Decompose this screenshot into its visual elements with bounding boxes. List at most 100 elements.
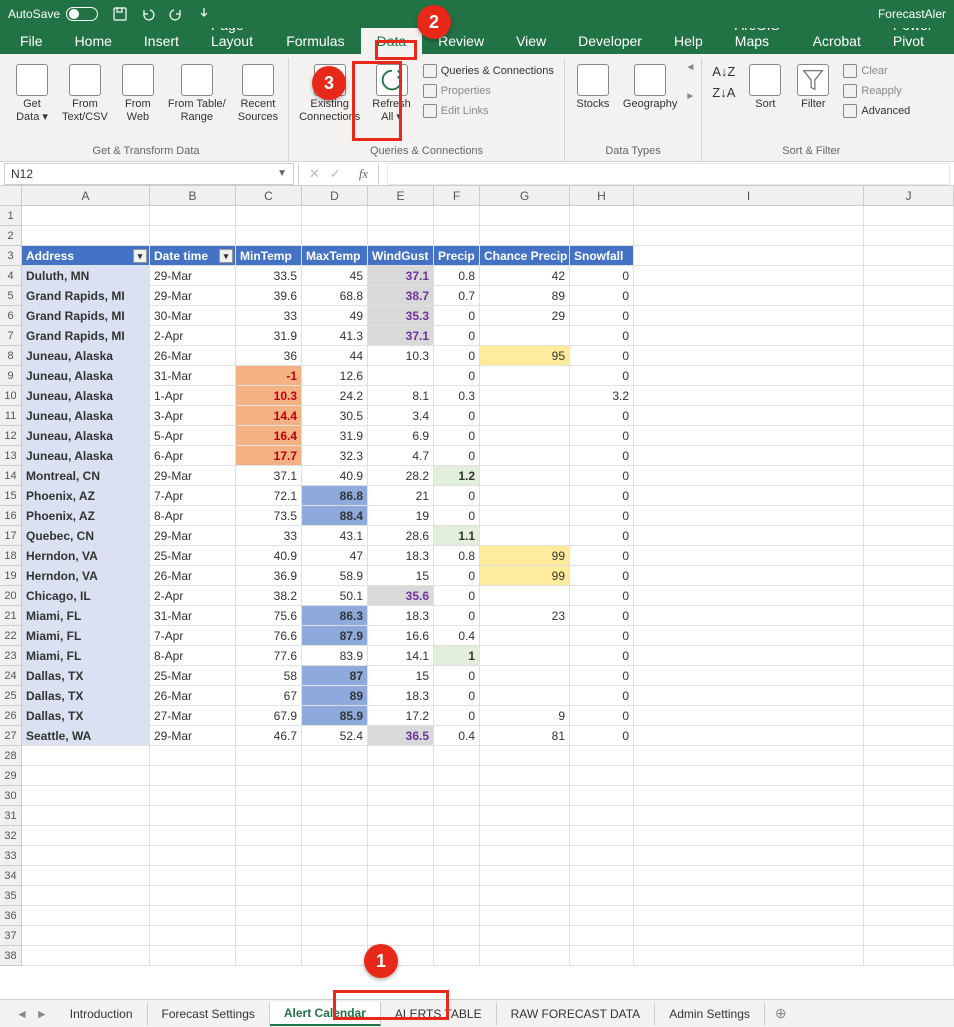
col-header-J[interactable]: J xyxy=(864,186,954,205)
chevron-down-icon[interactable]: ▼ xyxy=(277,168,287,179)
cell[interactable] xyxy=(22,806,150,826)
cell[interactable] xyxy=(634,566,864,586)
cell[interactable]: Chicago, IL xyxy=(22,586,150,606)
cell[interactable]: 30-Mar xyxy=(150,306,236,326)
cell[interactable] xyxy=(480,686,570,706)
cell[interactable] xyxy=(434,926,480,946)
cell[interactable]: WindGust xyxy=(368,246,434,266)
cell[interactable]: 73.5 xyxy=(236,506,302,526)
row-header[interactable]: 33 xyxy=(0,846,22,866)
clear-filter-button[interactable]: Clear xyxy=(839,62,914,80)
cell[interactable]: 0 xyxy=(570,446,634,466)
cell[interactable] xyxy=(634,266,864,286)
row-header[interactable]: 37 xyxy=(0,926,22,946)
cell[interactable] xyxy=(236,866,302,886)
cell[interactable] xyxy=(236,226,302,246)
cell[interactable]: 26-Mar xyxy=(150,686,236,706)
cell[interactable]: 25-Mar xyxy=(150,666,236,686)
cell[interactable]: 1-Apr xyxy=(150,386,236,406)
cell[interactable] xyxy=(434,866,480,886)
cell[interactable] xyxy=(634,746,864,766)
cell[interactable] xyxy=(570,746,634,766)
cell[interactable]: 24.2 xyxy=(302,386,368,406)
cell[interactable] xyxy=(634,826,864,846)
cell[interactable] xyxy=(634,466,864,486)
cell[interactable] xyxy=(236,746,302,766)
cell[interactable] xyxy=(368,746,434,766)
cell[interactable]: 0 xyxy=(570,526,634,546)
cell[interactable]: 36.5 xyxy=(368,726,434,746)
row-header[interactable]: 28 xyxy=(0,746,22,766)
cell[interactable] xyxy=(864,606,954,626)
cell[interactable]: 1 xyxy=(434,646,480,666)
cell[interactable]: 76.6 xyxy=(236,626,302,646)
cell[interactable] xyxy=(864,626,954,646)
cell[interactable] xyxy=(302,926,368,946)
cell[interactable]: 0 xyxy=(570,726,634,746)
cell[interactable]: 89 xyxy=(480,286,570,306)
cell[interactable]: 0 xyxy=(570,606,634,626)
cell[interactable] xyxy=(480,586,570,606)
cell[interactable] xyxy=(302,946,368,966)
tab-help[interactable]: Help xyxy=(658,28,719,54)
cell[interactable]: 16.4 xyxy=(236,426,302,446)
row-header[interactable]: 26 xyxy=(0,706,22,726)
sheet-tab-introduction[interactable]: Introduction xyxy=(56,1003,148,1025)
cell[interactable]: 43.1 xyxy=(302,526,368,546)
cell[interactable]: 75.6 xyxy=(236,606,302,626)
cell[interactable] xyxy=(480,206,570,226)
sheet-prev-icon[interactable]: ◄ xyxy=(16,1007,28,1021)
cell[interactable] xyxy=(150,786,236,806)
cell[interactable]: 0 xyxy=(570,346,634,366)
cell[interactable]: 39.6 xyxy=(236,286,302,306)
tab-view[interactable]: View xyxy=(500,28,562,54)
cell[interactable]: 2-Apr xyxy=(150,586,236,606)
cell[interactable] xyxy=(570,766,634,786)
cell[interactable] xyxy=(236,846,302,866)
cell[interactable]: 87 xyxy=(302,666,368,686)
cell[interactable]: Miami, FL xyxy=(22,626,150,646)
row-header[interactable]: 10 xyxy=(0,386,22,406)
cell[interactable]: MaxTemp xyxy=(302,246,368,266)
cell[interactable] xyxy=(302,846,368,866)
cell[interactable] xyxy=(434,786,480,806)
cell[interactable] xyxy=(22,766,150,786)
redo-icon[interactable] xyxy=(168,6,184,22)
cell[interactable]: 81 xyxy=(480,726,570,746)
from-text-csv-button[interactable]: From Text/CSV xyxy=(58,62,112,126)
cell[interactable]: 8.1 xyxy=(368,386,434,406)
col-header-B[interactable]: B xyxy=(150,186,236,205)
cell[interactable]: 0 xyxy=(434,706,480,726)
cell[interactable] xyxy=(150,866,236,886)
cell[interactable]: 99 xyxy=(480,566,570,586)
cell[interactable] xyxy=(864,806,954,826)
cell[interactable] xyxy=(634,606,864,626)
cell[interactable] xyxy=(236,906,302,926)
cell[interactable] xyxy=(634,686,864,706)
cell[interactable]: Miami, FL xyxy=(22,646,150,666)
tab-acrobat[interactable]: Acrobat xyxy=(797,28,877,54)
cell[interactable]: 35.3 xyxy=(368,306,434,326)
cell[interactable]: 26-Mar xyxy=(150,346,236,366)
cell[interactable]: 6-Apr xyxy=(150,446,236,466)
cell[interactable]: 10.3 xyxy=(236,386,302,406)
reapply-button[interactable]: Reapply xyxy=(839,82,914,100)
sort-za-button[interactable]: Z↓A xyxy=(708,83,739,102)
cell[interactable]: 42 xyxy=(480,266,570,286)
row-header[interactable]: 29 xyxy=(0,766,22,786)
cell[interactable]: Juneau, Alaska xyxy=(22,426,150,446)
cell[interactable]: 95 xyxy=(480,346,570,366)
tab-insert[interactable]: Insert xyxy=(128,28,195,54)
cell[interactable]: 50.1 xyxy=(302,586,368,606)
cell[interactable] xyxy=(480,626,570,646)
cell[interactable]: 21 xyxy=(368,486,434,506)
chevron-left-icon[interactable]: ◄ xyxy=(685,62,695,73)
row-header[interactable]: 23 xyxy=(0,646,22,666)
cell[interactable] xyxy=(864,566,954,586)
cell[interactable] xyxy=(864,846,954,866)
cell[interactable]: 29 xyxy=(480,306,570,326)
cell[interactable] xyxy=(634,406,864,426)
get-data-button[interactable]: Get Data ▾ xyxy=(10,62,54,126)
cell[interactable]: 0 xyxy=(434,306,480,326)
cell[interactable] xyxy=(368,226,434,246)
